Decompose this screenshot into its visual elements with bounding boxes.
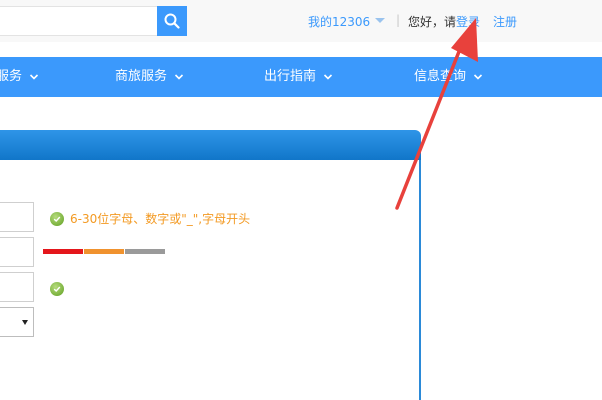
annotation-arrow — [395, 18, 478, 210]
